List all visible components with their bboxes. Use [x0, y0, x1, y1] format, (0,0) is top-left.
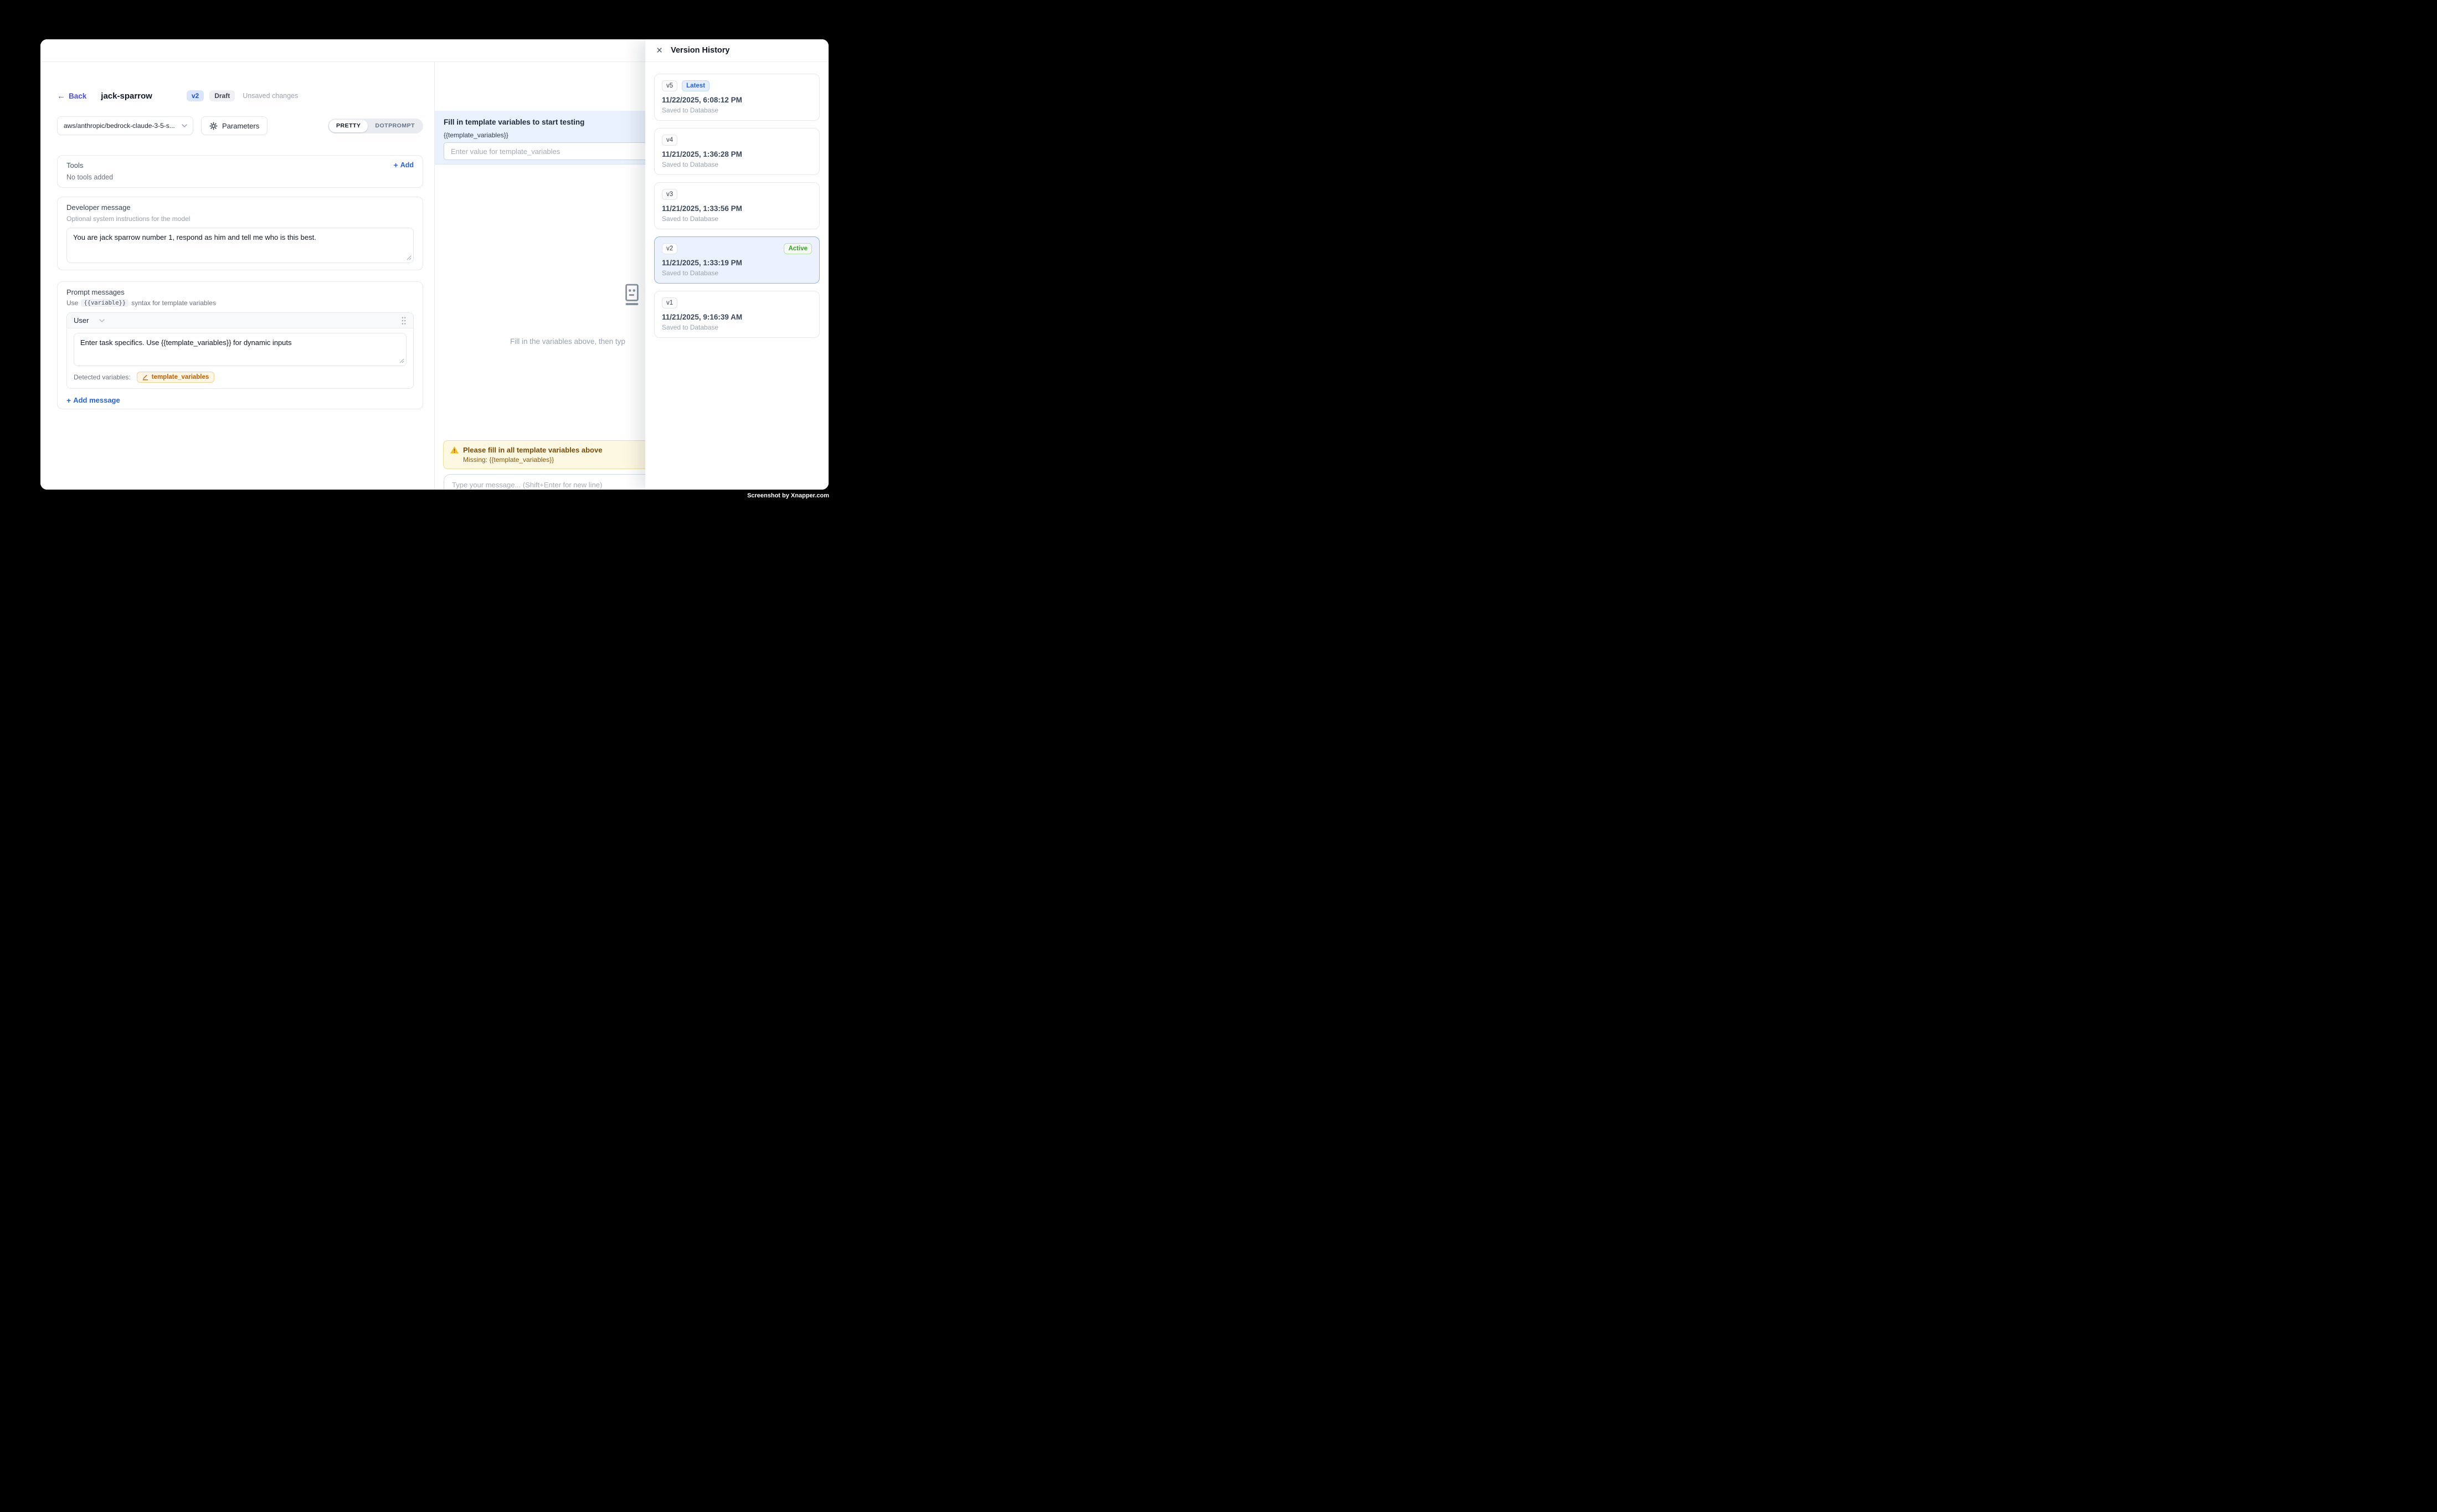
version-card-v3[interactable]: v3 11/21/2025, 1:33:56 PM Saved to Datab… [654, 182, 820, 229]
add-tool-label: Add [400, 161, 414, 169]
app-window: ← Back jack-sparrow v2 Draft Unsaved cha… [40, 39, 829, 490]
prompt-messages-hint: Use {{variable}} syntax for template var… [66, 299, 414, 307]
version-timestamp: 11/21/2025, 1:36:28 PM [662, 150, 812, 158]
version-timestamp: 11/22/2025, 6:08:12 PM [662, 96, 812, 104]
resize-grip-icon[interactable] [399, 358, 404, 363]
variable-syntax-chip: {{variable}} [81, 299, 128, 307]
add-message-button[interactable]: + Add message [66, 396, 414, 404]
tools-card: Tools + Add No tools added [57, 155, 423, 188]
format-toggle: PRETTY DOTPROMPT [328, 119, 423, 133]
developer-message-subtitle: Optional system instructions for the mod… [66, 215, 414, 223]
chat-empty-text: Fill in the variables above, then typ [510, 337, 625, 346]
version-timestamp: 11/21/2025, 9:16:39 AM [662, 313, 812, 321]
plus-icon: + [394, 161, 398, 169]
prompt-messages-title: Prompt messages [66, 288, 414, 296]
prompt-editor-column: ← Back jack-sparrow v2 Draft Unsaved cha… [40, 62, 435, 490]
version-chip: v4 [662, 135, 677, 146]
prompt-message-body: Enter task specifics. Use {{template_var… [67, 328, 413, 388]
version-storage: Saved to Database [662, 323, 812, 331]
tools-empty-text: No tools added [66, 173, 414, 182]
hint-prefix: Use [66, 299, 78, 307]
resize-grip-icon[interactable] [407, 255, 412, 260]
toggle-pretty[interactable]: PRETTY [329, 120, 368, 132]
hint-suffix: syntax for template variables [131, 299, 216, 307]
watermark-text: Screenshot by Xnapper.com [747, 492, 829, 499]
warning-title: Please fill in all template variables ab… [463, 446, 602, 454]
detected-variable-chip[interactable]: template_variables [137, 372, 215, 383]
version-history-header: × Version History [645, 39, 829, 62]
robot-icon [623, 284, 641, 307]
detected-variable-name: template_variables [152, 374, 209, 380]
close-icon[interactable]: × [656, 45, 662, 56]
add-tool-button[interactable]: + Add [394, 161, 414, 169]
version-card-v2[interactable]: v2 Active 11/21/2025, 1:33:19 PM Saved t… [654, 236, 820, 284]
role-selector-value: User [74, 316, 89, 325]
toggle-dotprompt[interactable]: DOTPROMPT [368, 120, 422, 132]
detected-variables-label: Detected variables: [74, 373, 131, 381]
detected-variables-row: Detected variables: template_variables [74, 372, 407, 383]
model-selector[interactable]: aws/anthropic/bedrock-claude-3-5-s... [57, 116, 193, 135]
model-selector-value: aws/anthropic/bedrock-claude-3-5-s... [64, 122, 175, 130]
back-button[interactable]: ← Back [57, 92, 86, 100]
version-card-v5[interactable]: v5 Latest 11/22/2025, 6:08:12 PM Saved t… [654, 74, 820, 121]
prompt-messages-card: Prompt messages Use {{variable}} syntax … [57, 281, 423, 409]
drag-handle-icon[interactable] [401, 316, 407, 325]
version-timestamp: 11/21/2025, 1:33:19 PM [662, 259, 812, 267]
add-message-label: Add message [73, 396, 120, 404]
tools-title: Tools [66, 161, 83, 169]
version-chip: v3 [662, 189, 677, 200]
prompt-message-block: User [66, 312, 414, 389]
parameters-button[interactable]: Parameters [201, 116, 268, 135]
back-label: Back [69, 92, 86, 100]
version-storage: Saved to Database [662, 215, 812, 223]
developer-message-input[interactable]: You are jack sparrow number 1, respond a… [66, 228, 414, 263]
gear-icon [209, 122, 218, 130]
unsaved-changes-text: Unsaved changes [243, 92, 298, 100]
version-chip: v1 [662, 297, 677, 308]
version-history-title: Version History [671, 46, 729, 55]
version-history-panel: × Version History v5 Latest 11/22/2025, … [645, 39, 829, 490]
parameters-label: Parameters [222, 122, 259, 130]
version-card-v1[interactable]: v1 11/21/2025, 9:16:39 AM Saved to Datab… [654, 291, 820, 338]
editor-title-row: ← Back jack-sparrow v2 Draft Unsaved cha… [57, 90, 423, 102]
tools-header: Tools + Add [66, 161, 414, 169]
plus-icon: + [66, 397, 71, 404]
version-timestamp: 11/21/2025, 1:33:56 PM [662, 204, 812, 213]
developer-message-card: Developer message Optional system instru… [57, 197, 423, 270]
version-storage: Saved to Database [662, 161, 812, 168]
version-history-list: v5 Latest 11/22/2025, 6:08:12 PM Saved t… [645, 62, 829, 338]
prompt-message-input[interactable]: Enter task specifics. Use {{template_var… [74, 333, 407, 366]
version-badge: v2 [187, 90, 204, 101]
version-storage: Saved to Database [662, 269, 812, 277]
version-card-v4[interactable]: v4 11/21/2025, 1:36:28 PM Saved to Datab… [654, 128, 820, 175]
version-storage: Saved to Database [662, 106, 812, 114]
chevron-down-icon [182, 124, 187, 127]
latest-badge: Latest [682, 80, 709, 91]
developer-message-title: Developer message [66, 203, 414, 212]
chevron-down-icon [99, 319, 105, 322]
back-arrow-icon: ← [57, 92, 65, 100]
prompt-title: jack-sparrow [101, 91, 152, 101]
pencil-icon [142, 374, 148, 380]
screenshot-stage: ← Back jack-sparrow v2 Draft Unsaved cha… [0, 0, 864, 536]
active-badge: Active [784, 243, 812, 254]
version-chip: v5 [662, 80, 677, 91]
role-selector[interactable]: User [74, 316, 105, 325]
draft-badge: Draft [209, 90, 235, 101]
warning-icon [450, 446, 459, 454]
prompt-message-header: User [67, 313, 413, 328]
version-chip: v2 [662, 243, 677, 254]
editor-controls-row: aws/anthropic/bedrock-claude-3-5-s... [57, 116, 423, 135]
